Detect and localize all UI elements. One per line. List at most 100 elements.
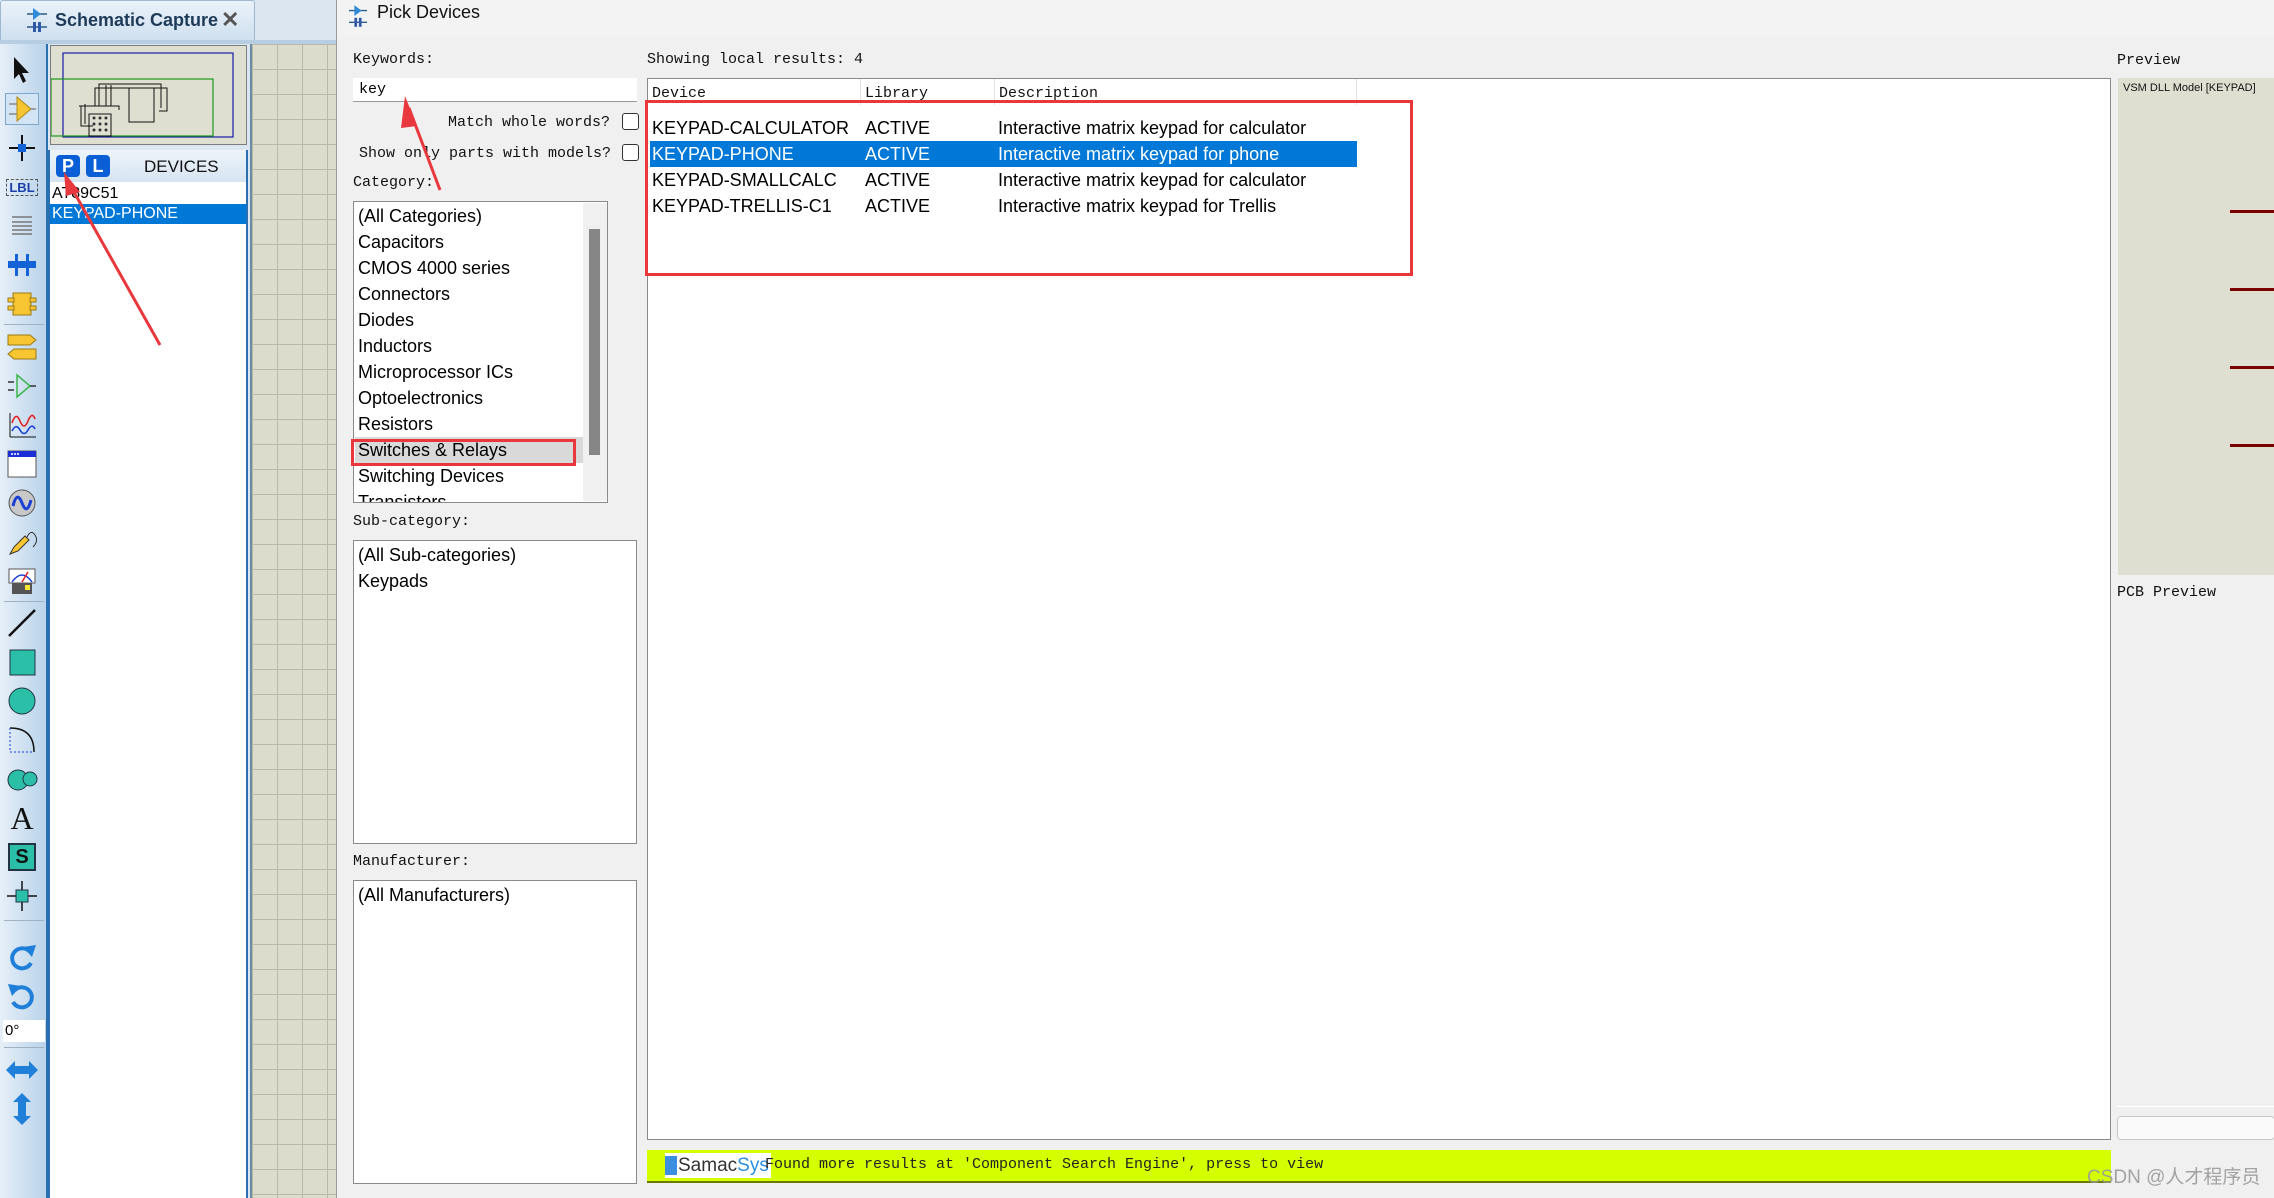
pcb-preview-divider (2117, 1106, 2274, 1107)
circle-button[interactable] (5, 685, 39, 717)
match-whole-words-checkbox[interactable] (622, 113, 639, 130)
overview-thumbnail (50, 52, 234, 138)
pick-devices-dialog: Pick Devices Keywords: Match whole words… (336, 0, 2274, 1198)
category-item[interactable]: (All Categories) (358, 203, 482, 229)
buses-button[interactable] (5, 249, 39, 281)
virtual-instruments-button[interactable] (5, 565, 39, 597)
category-item[interactable]: Capacitors (358, 229, 444, 255)
manufacturer-list[interactable]: (All Manufacturers) (353, 880, 637, 1184)
rotation-angle-field[interactable]: 0° (3, 1020, 45, 1042)
closed-path-button[interactable] (5, 763, 39, 795)
samacsys-message: Found more results at 'Component Search … (765, 1156, 1324, 1173)
device-list-item[interactable]: AT89C51 (50, 184, 246, 204)
category-item[interactable]: Resistors (358, 411, 433, 437)
category-scrollbar[interactable] (583, 203, 607, 501)
virtual-instruments-icon (8, 568, 36, 594)
samacsys-search-bar[interactable]: SamacSys Found more results at 'Componen… (647, 1150, 2111, 1183)
dialog-title-bar: Pick Devices (337, 0, 2274, 35)
text-button[interactable]: A (5, 802, 39, 834)
category-label: Category: (353, 174, 435, 191)
component-mode-button[interactable] (5, 93, 39, 125)
line-button[interactable] (5, 607, 39, 639)
manufacturer-label: Manufacturer: (353, 853, 471, 870)
category-item[interactable]: Transistors (358, 489, 446, 502)
graph-icon (9, 413, 36, 438)
junction-dot-button[interactable] (5, 132, 39, 164)
mirror-horizontal-icon (6, 1061, 38, 1079)
symbol-icon: S (8, 843, 36, 871)
schematic-capture-window: Schematic Capture ✕ LBL A S 0° P L DEVIC… (0, 0, 336, 1198)
subcategory-item[interactable]: Keypads (358, 568, 428, 594)
toolbar-separator (4, 324, 44, 325)
preview-pin (2230, 444, 2274, 447)
terminals-button[interactable] (5, 331, 39, 363)
mirror-vertical-icon (13, 1093, 31, 1125)
probe-button[interactable] (5, 526, 39, 558)
schematic-canvas[interactable] (250, 44, 336, 1198)
generator-button[interactable] (5, 487, 39, 519)
device-list-item[interactable]: KEYPAD-PHONE (50, 204, 246, 224)
match-whole-words-label: Match whole words? (448, 114, 611, 131)
category-item[interactable]: Diodes (358, 307, 414, 333)
show-only-models-checkbox[interactable] (622, 144, 639, 161)
devices-panel: P L DEVICES AT89C51 KEYPAD-PHONE (48, 150, 248, 1198)
subcategory-item[interactable]: (All Sub-categories) (358, 542, 516, 568)
wire-label-button[interactable]: LBL (5, 171, 39, 203)
arc-button[interactable] (5, 724, 39, 756)
generator-icon (8, 489, 36, 517)
active-popup-button[interactable] (5, 448, 39, 480)
subcategory-list[interactable]: (All Sub-categories) Keypads (353, 540, 637, 844)
box-button[interactable] (5, 646, 39, 678)
close-tab-icon[interactable]: ✕ (221, 7, 239, 33)
device-pins-button[interactable] (5, 370, 39, 402)
text-script-button[interactable] (5, 210, 39, 242)
library-manager-button[interactable]: L (86, 155, 110, 177)
mirror-vertical-button[interactable] (5, 1093, 39, 1125)
subcategory-label: Sub-category: (353, 513, 471, 530)
rotate-clockwise-icon (10, 945, 36, 971)
pick-devices-icon (349, 5, 367, 27)
category-item[interactable]: Switching Devices (358, 463, 504, 489)
marker-icon (7, 881, 37, 911)
mirror-horizontal-button[interactable] (5, 1054, 39, 1086)
category-item[interactable]: Microprocessor ICs (358, 359, 513, 385)
selection-mode-icon (14, 57, 29, 83)
preview-caption: VSM DLL Model [KEYPAD] (2123, 82, 2256, 94)
subcircuit-button[interactable] (5, 288, 39, 320)
circle-icon (8, 687, 36, 715)
watermark: CSDN @人才程序员 (2087, 1167, 2261, 1188)
pcb-package-field[interactable] (2117, 1116, 2274, 1140)
category-scrollbar-thumb[interactable] (589, 229, 600, 455)
mode-toolbar: LBL A S 0° (0, 44, 48, 1198)
pick-devices-button[interactable]: P (56, 155, 80, 177)
manufacturer-item[interactable]: (All Manufacturers) (358, 882, 510, 908)
category-item[interactable]: Inductors (358, 333, 432, 359)
devices-panel-header: P L DEVICES (50, 150, 246, 182)
category-item[interactable]: CMOS 4000 series (358, 255, 510, 281)
keywords-label: Keywords: (353, 51, 435, 68)
selection-mode-button[interactable] (5, 54, 39, 86)
line-icon (8, 609, 36, 637)
graph-button[interactable] (5, 409, 39, 441)
terminals-icon (7, 334, 37, 360)
schematic-preview: VSM DLL Model [KEYPAD] (2118, 78, 2274, 575)
category-item[interactable]: Optoelectronics (358, 385, 483, 411)
toolbar-separator (4, 601, 44, 602)
marker-button[interactable] (5, 880, 39, 912)
rotate-clockwise-button[interactable] (5, 942, 39, 974)
tab-schematic-capture[interactable]: Schematic Capture ✕ (0, 0, 255, 40)
preview-pin (2230, 210, 2274, 213)
devices-panel-title: DEVICES (144, 157, 219, 176)
category-item[interactable]: Connectors (358, 281, 450, 307)
symbol-button[interactable]: S (5, 841, 39, 873)
toolbar-separator (4, 1047, 44, 1048)
keywords-input[interactable] (353, 78, 637, 102)
overview-window[interactable] (50, 45, 247, 145)
preview-pin (2230, 288, 2274, 291)
rotate-anticlockwise-button[interactable] (5, 981, 39, 1013)
component-mode-icon (9, 95, 36, 123)
pcb-preview-label: PCB Preview (2117, 584, 2217, 601)
closed-path-icon (7, 769, 38, 791)
results-count-label: Showing local results: 4 (647, 51, 864, 68)
text-icon: A (10, 800, 34, 836)
